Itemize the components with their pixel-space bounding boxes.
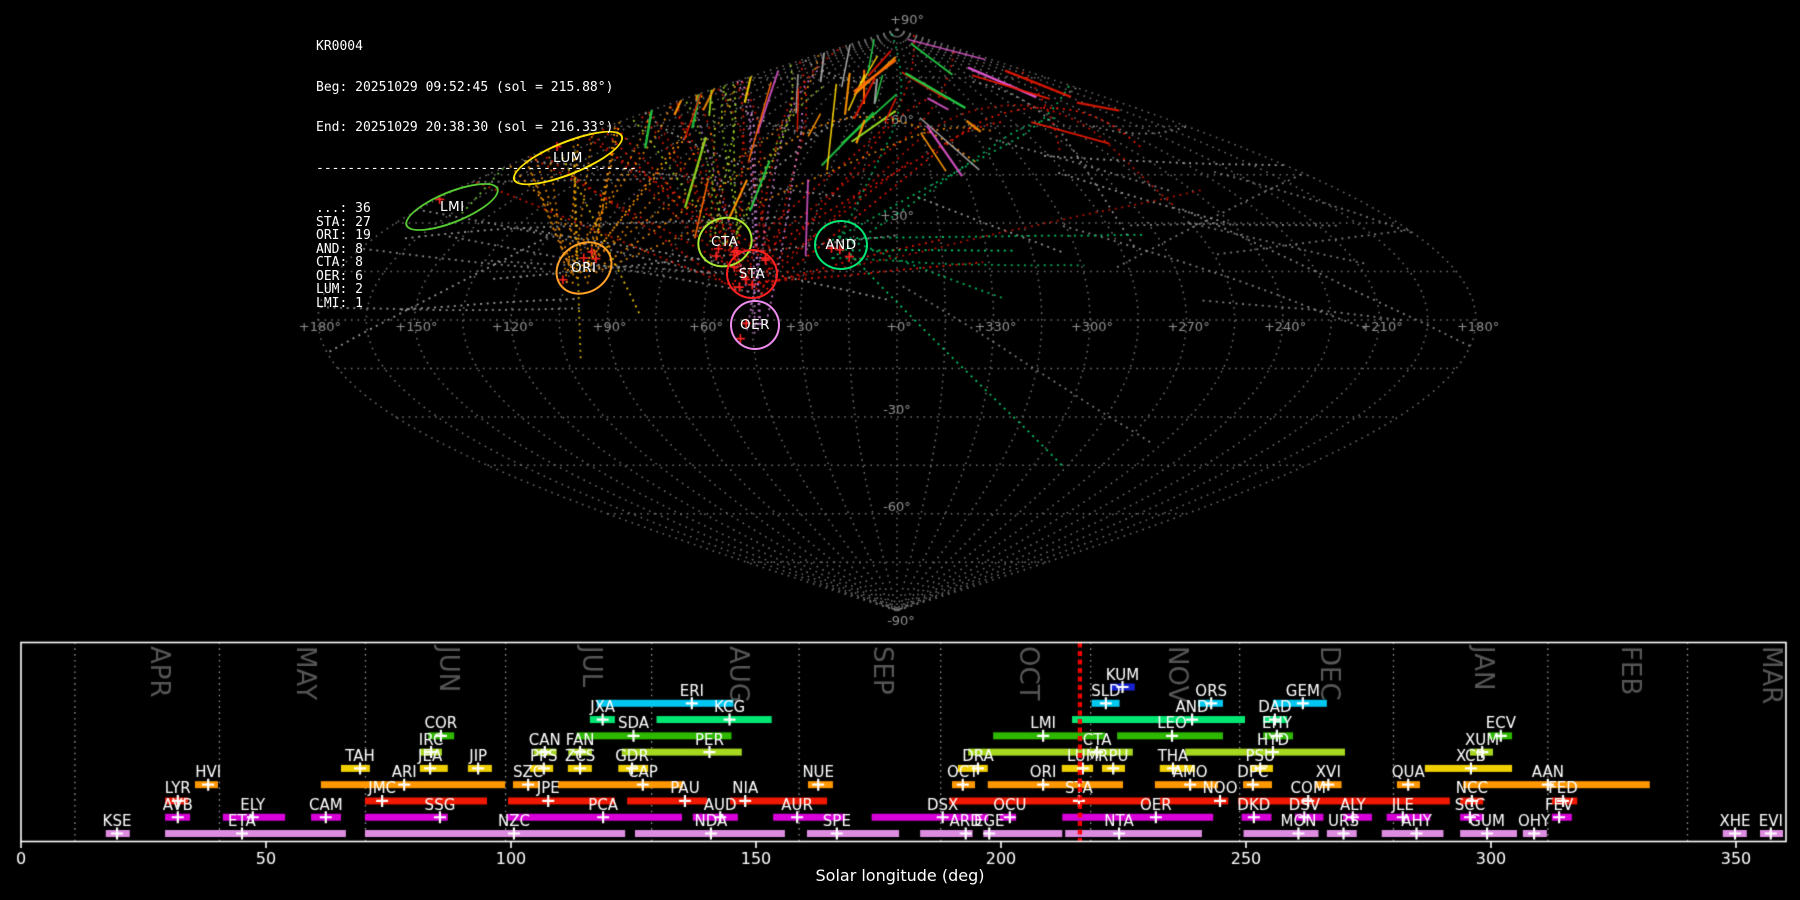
separator-line: ----------------------------------------… (316, 160, 637, 176)
activity-timeline-canvas (0, 630, 1800, 900)
radiant-label-sta: STA (738, 266, 766, 282)
count-line-sta: STA: 27 (316, 214, 371, 230)
count-line-ori: ORI: 19 (316, 228, 371, 243)
station-id: KR0004 (316, 39, 363, 54)
radiant-circle-and: AND (814, 220, 868, 270)
count-line-lum: LUM: 2 (316, 282, 363, 297)
meteor-observation-screen: { "header": { "station": "KR0004", "beg_… (0, 0, 1800, 900)
count-line-cta: CTA: 8 (316, 255, 363, 270)
radiant-label-cta: CTA (711, 234, 739, 250)
radiant-label-and: AND (825, 237, 857, 253)
observation-info-block: KR0004 Beg: 20251029 09:52:45 (sol = 215… (316, 13, 637, 324)
count-line-oer: OER: 6 (316, 268, 363, 284)
begin-time-line: Beg: 20251029 09:52:45 (sol = 215.88°) (316, 79, 614, 95)
radiant-circle-oer: OER (730, 300, 780, 350)
radiant-label-oer: OER (739, 317, 771, 333)
count-line-lmi: LMI: 1 (316, 295, 363, 311)
end-time-line: End: 20251029 20:38:30 (sol = 216.33°) (316, 120, 614, 135)
count-line-and: AND: 8 (316, 241, 363, 257)
radiant-circle-sta: STA (726, 249, 778, 299)
radiant-map-canvas (0, 0, 1800, 630)
shower-count-list: ...: 36 STA: 27 ORI: 19 AND: 8 CTA: 8 OER: 6L… (316, 202, 637, 310)
count-line-sporadic: ...: 36 (316, 201, 371, 216)
x-axis-title: Solar longitude (deg) (815, 866, 985, 885)
